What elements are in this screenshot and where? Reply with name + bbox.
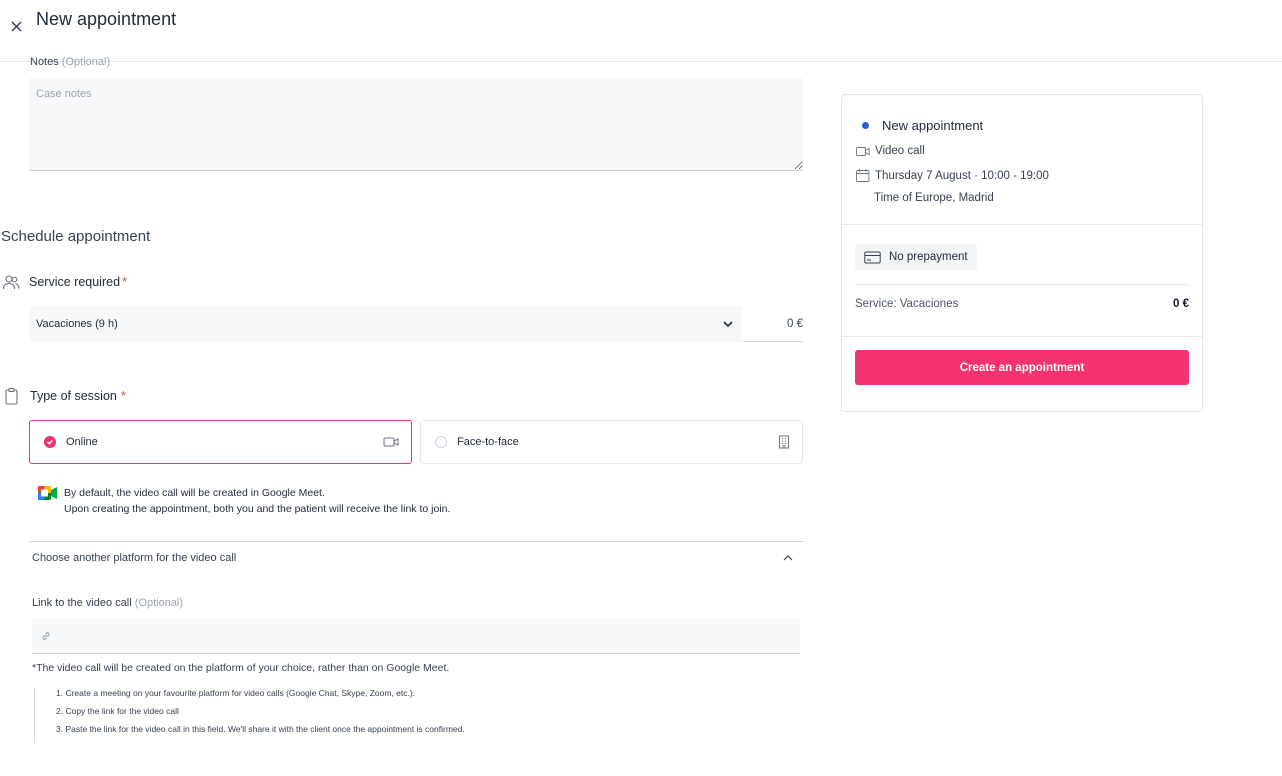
video-link-label-text: Link to the video call [32, 597, 132, 609]
top-bar: New appointment [0, 0, 1282, 62]
prepayment-text: No prepayment [889, 251, 968, 263]
platform-note: *The video call will be created on the p… [32, 662, 450, 674]
building-icon [779, 435, 789, 449]
create-appointment-button[interactable]: Create an appointment [855, 350, 1189, 385]
session-option-label: Online [66, 436, 98, 448]
session-option-label: Face-to-face [457, 436, 519, 448]
service-selected-value: Vacaciones (9 h) [36, 318, 118, 330]
summary-date-text: Thursday 7 August · 10:00 - 19:00 [875, 169, 1049, 182]
video-link-field[interactable] [32, 619, 800, 654]
notes-label-text: Notes [30, 56, 59, 68]
summary-type: Video call [856, 145, 925, 157]
chevron-up-icon [783, 555, 793, 561]
session-type-text: Type of session [30, 389, 117, 403]
divider [842, 336, 1202, 337]
summary-date: Thursday 7 August · 10:00 - 19:00 [856, 169, 1049, 182]
summary-service-price: 0 € [1173, 298, 1189, 310]
prepayment-chip: No prepayment [855, 244, 977, 270]
platform-step-3: 3. Paste the link for the video call in … [56, 724, 465, 734]
credit-card-icon [864, 251, 881, 263]
summary-service-row: Service: Vacaciones 0 € [855, 298, 1189, 310]
service-required-mark: * [122, 275, 127, 289]
close-icon[interactable] [8, 16, 26, 34]
video-link-input[interactable] [60, 630, 800, 642]
service-required-label: Service required * [2, 273, 127, 291]
summary-timezone: Time of Europe, Madrid [874, 192, 994, 204]
calendar-icon [856, 169, 870, 182]
google-meet-info: By default, the video call will be creat… [38, 485, 450, 517]
video-camera-icon [856, 146, 870, 156]
platform-step-2: 2. Copy the link for the video call [56, 706, 179, 716]
radio-checked-icon [44, 436, 56, 448]
divider [855, 284, 1189, 285]
chevron-down-icon [723, 321, 733, 328]
divider [29, 541, 804, 542]
session-option-face-to-face[interactable]: Face-to-face [420, 420, 803, 464]
service-price-field[interactable]: 0 € [743, 306, 803, 342]
schedule-section-title: Schedule appointment [1, 228, 151, 245]
meet-info-line-1: By default, the video call will be creat… [64, 487, 325, 499]
summary-title-text: New appointment [882, 118, 984, 133]
session-required-mark: * [120, 389, 126, 403]
appointment-summary-panel: New appointment Video call Thursday 7 Au… [841, 94, 1203, 412]
meet-info-line-2: Upon creating the appointment, both you … [64, 503, 451, 515]
video-link-label: Link to the video call (Optional) [32, 597, 183, 609]
session-type-label: Type of session * [4, 387, 126, 405]
video-camera-icon [383, 437, 399, 447]
platform-accordion-toggle[interactable]: Choose another platform for the video ca… [32, 548, 794, 568]
clipboard-icon [5, 387, 18, 405]
session-option-online[interactable]: Online [29, 420, 412, 464]
link-icon [42, 631, 50, 641]
radio-unchecked-icon [435, 436, 447, 448]
divider [842, 224, 1202, 225]
platform-toggle-label: Choose another platform for the video ca… [32, 552, 237, 564]
service-select[interactable]: Vacaciones (9 h) [29, 306, 742, 342]
notes-label: Notes (Optional) [30, 56, 110, 68]
platform-steps: 1. Create a meeting on your favourite pl… [34, 688, 474, 742]
service-required-text: Service required [29, 275, 121, 289]
status-dot [862, 122, 869, 129]
video-link-optional-tag: (Optional) [134, 597, 184, 609]
users-icon [2, 275, 20, 290]
google-meet-icon [38, 486, 57, 500]
summary-title: New appointment [862, 118, 983, 133]
case-notes-textarea[interactable] [29, 78, 803, 171]
platform-step-1: 1. Create a meeting on your favourite pl… [56, 688, 416, 698]
page-title: New appointment [36, 9, 177, 29]
notes-optional-tag: (Optional) [61, 56, 111, 68]
summary-type-text: Video call [875, 145, 925, 157]
summary-service-label: Service: Vacaciones [855, 298, 959, 310]
